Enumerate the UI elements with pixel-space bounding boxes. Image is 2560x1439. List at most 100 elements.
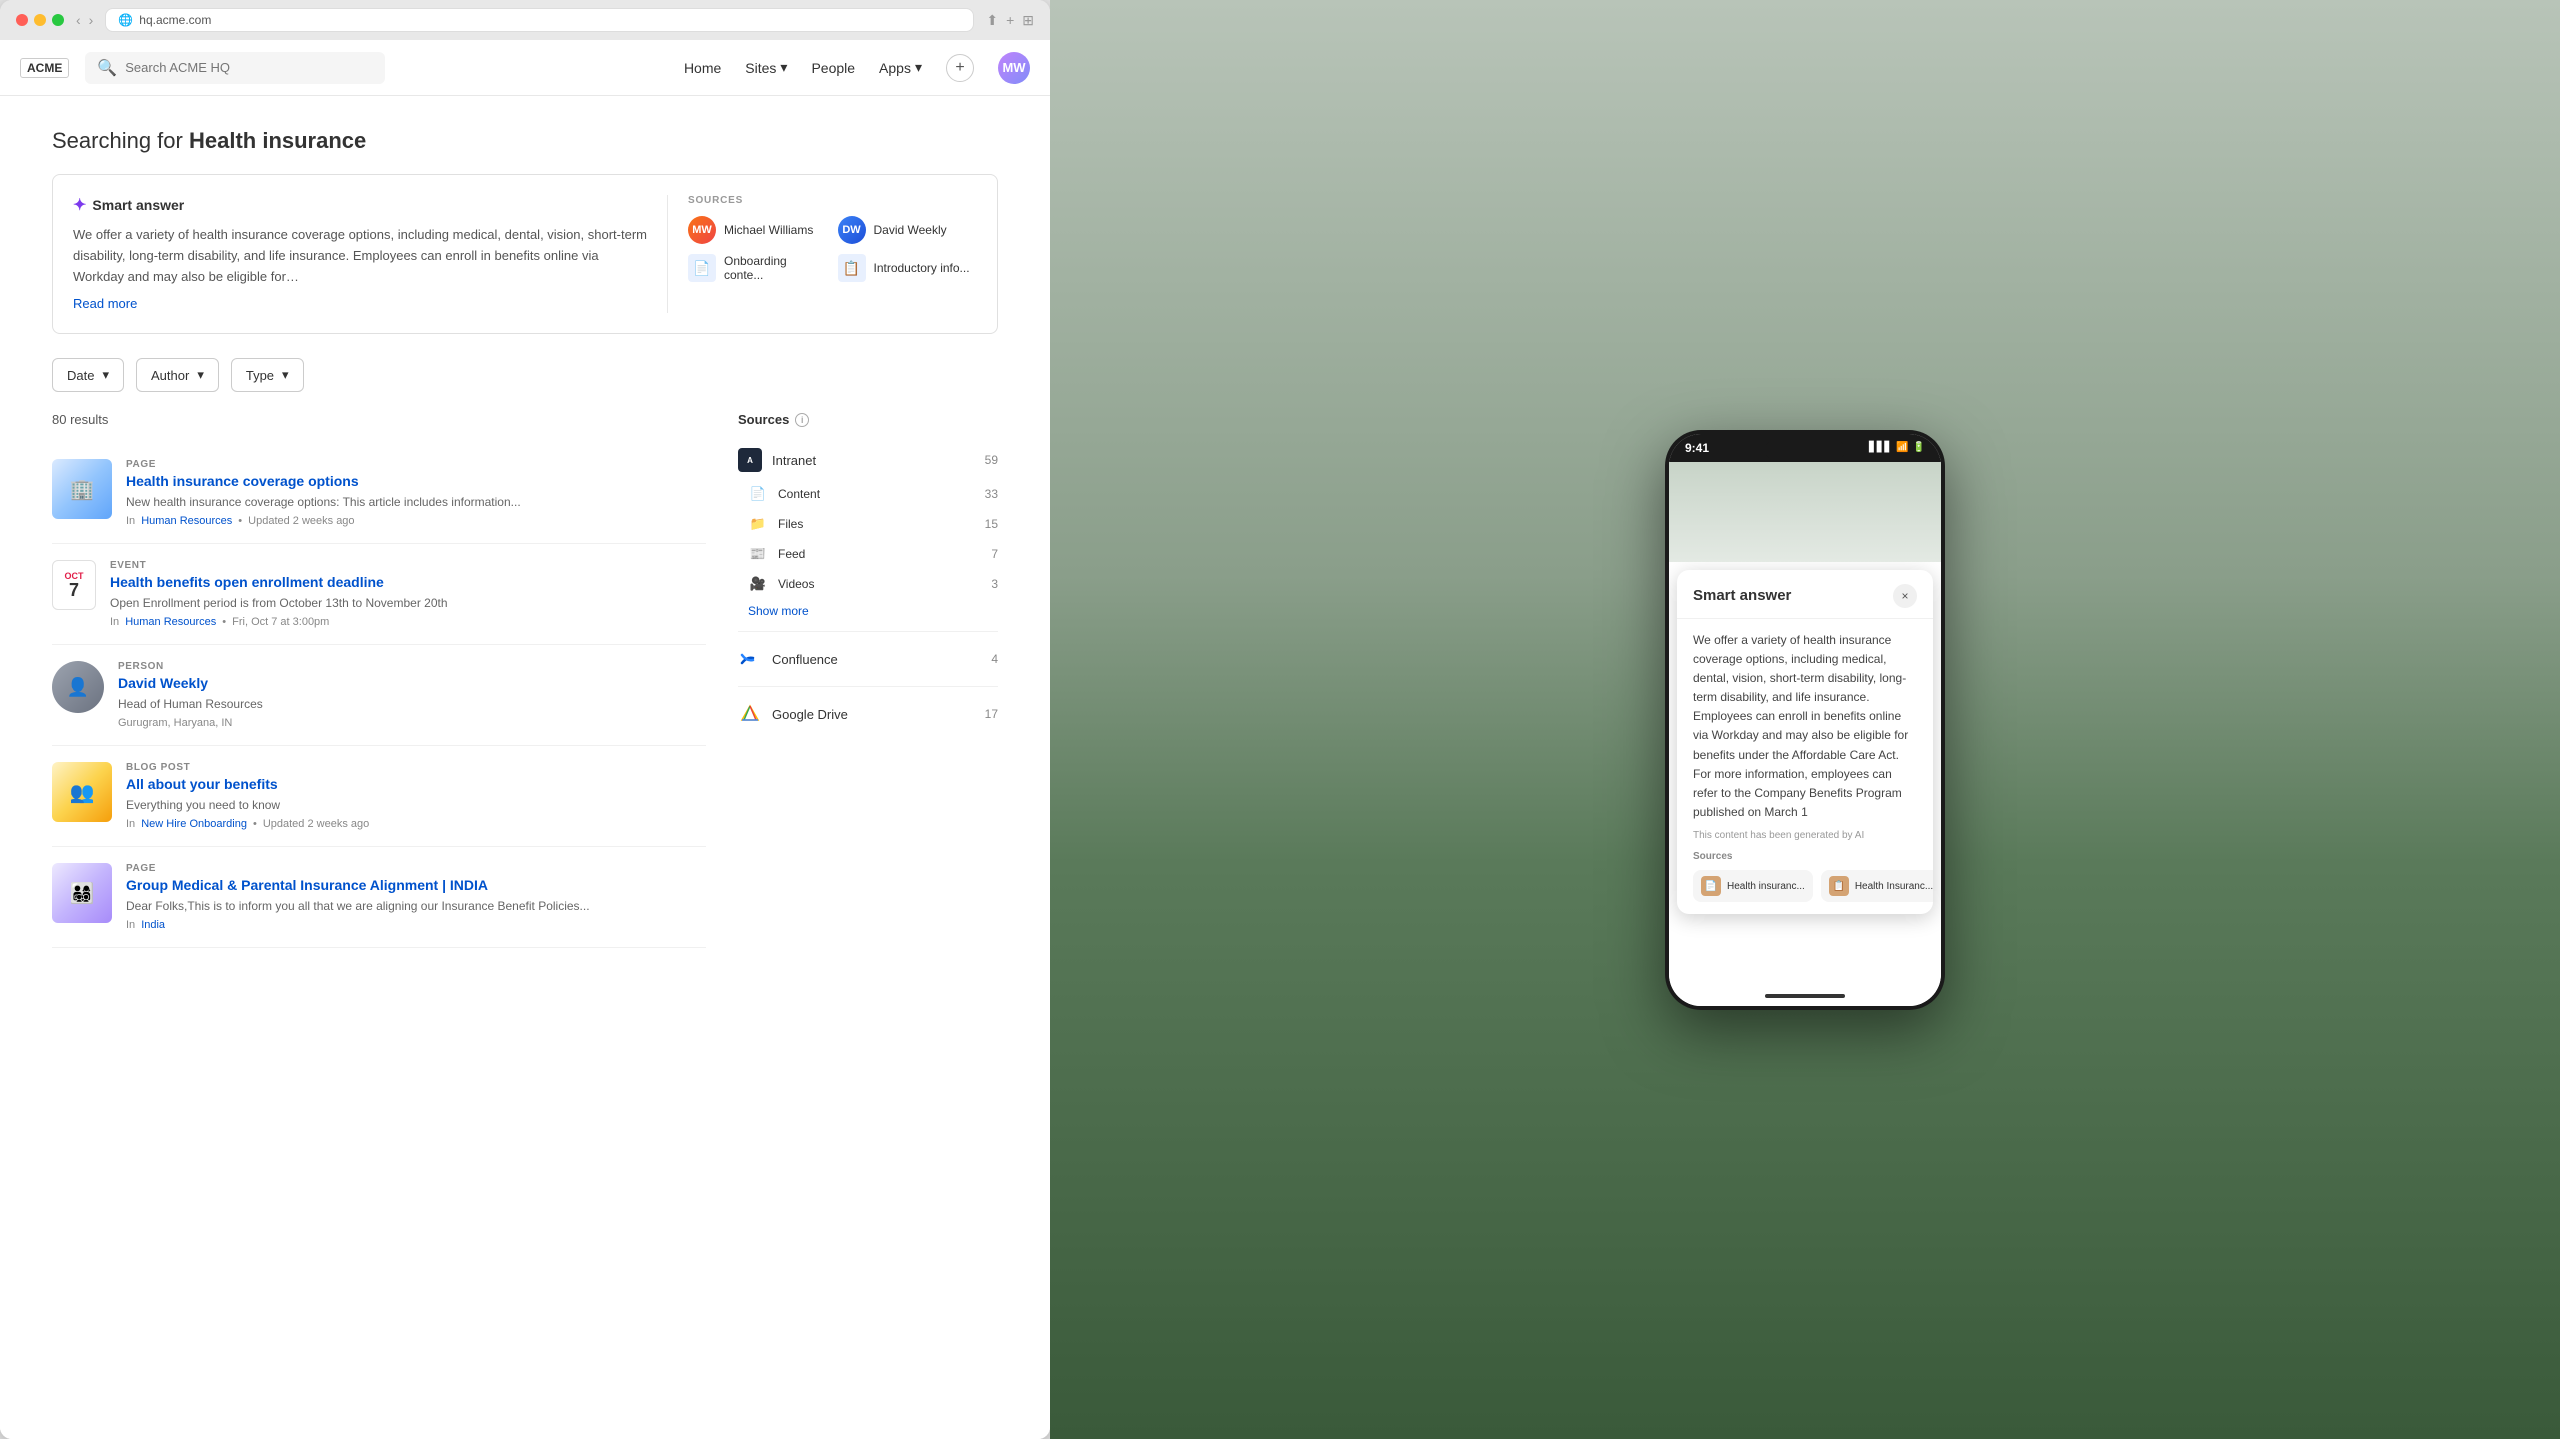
result-type: EVENT — [110, 560, 706, 571]
search-bar-container[interactable]: 🔍 — [85, 52, 385, 84]
close-button[interactable] — [16, 14, 28, 26]
search-icon: 🔍 — [97, 58, 117, 78]
list-item: 👥 BLOG POST All about your benefits Ever… — [52, 746, 706, 847]
source-label: Confluence — [772, 652, 981, 667]
result-content: PERSON David Weekly Head of Human Resour… — [118, 661, 706, 729]
phone-home-indicator — [1669, 986, 1941, 1006]
sidebar-item-files[interactable]: 📁 Files 15 — [738, 509, 998, 539]
confluence-icon — [738, 647, 762, 671]
event-date-box: OCT 7 — [52, 560, 96, 610]
phone-source-chip[interactable]: 📋 Health Insuranc... — [1821, 870, 1933, 902]
back-button[interactable]: ‹ — [76, 12, 81, 28]
phone-status-bar: 9:41 ▋▋▋ 📶 🔋 — [1669, 434, 1941, 462]
thumbnail-image: 🏢 — [52, 459, 112, 519]
heading-prefix: Searching for — [52, 128, 183, 153]
smart-answer-box: ✦ Smart answer We offer a variety of hea… — [52, 174, 998, 334]
result-snippet: Head of Human Resources — [118, 695, 706, 713]
source-item[interactable]: MW Michael Williams — [688, 216, 828, 244]
search-input[interactable] — [125, 60, 373, 75]
source-item[interactable]: DW David Weekly — [838, 216, 978, 244]
phone-source-chip[interactable]: 📄 Health insuranc... — [1693, 870, 1813, 902]
search-heading: Searching for Health insurance — [52, 128, 998, 154]
browser-titlebar: ‹ › 🌐 hq.acme.com ⬆ + ⊞ — [0, 0, 1050, 40]
chevron-down-icon: ▾ — [197, 367, 204, 383]
result-thumbnail: 🏢 — [52, 459, 112, 519]
source-name: Michael Williams — [724, 223, 813, 237]
source-divider — [738, 631, 998, 632]
phone-modal-close-button[interactable]: × — [1893, 584, 1917, 608]
fullscreen-button[interactable] — [52, 14, 64, 26]
sidebar-item-google-drive[interactable]: Google Drive 17 — [738, 695, 998, 733]
minimize-button[interactable] — [34, 14, 46, 26]
url-text: hq.acme.com — [139, 13, 211, 27]
address-bar[interactable]: 🌐 hq.acme.com — [105, 8, 974, 32]
sidebar-item-content[interactable]: 📄 Content 33 — [738, 479, 998, 509]
smart-answer-sources: SOURCES MW Michael Williams DW David Wee… — [667, 195, 977, 313]
top-nav: ACME 🔍 Home Sites ▾ People Apps ▾ — [0, 40, 1050, 96]
filter-author[interactable]: Author ▾ — [136, 358, 219, 392]
nav-home[interactable]: Home — [684, 60, 721, 76]
result-location-link[interactable]: India — [141, 919, 165, 931]
forward-button[interactable]: › — [89, 12, 94, 28]
nav-sites[interactable]: Sites ▾ — [745, 59, 787, 76]
smart-answer-text: We offer a variety of health insurance c… — [73, 225, 647, 287]
source-doc-icon: 📋 — [838, 254, 866, 282]
info-icon[interactable]: i — [795, 413, 809, 427]
result-title[interactable]: David Weekly — [118, 675, 706, 691]
show-more-link[interactable]: Show more — [738, 599, 998, 623]
list-item: 👨‍👩‍👧‍👦 PAGE Group Medical & Parental In… — [52, 847, 706, 948]
avatar[interactable]: MW — [998, 52, 1030, 84]
sidebar-item-confluence[interactable]: Confluence 4 — [738, 640, 998, 678]
result-snippet: Open Enrollment period is from October 1… — [110, 594, 706, 612]
source-label: Google Drive — [772, 707, 975, 722]
source-avatar-dw: DW — [838, 216, 866, 244]
main-content: Searching for Health insurance ✦ Smart a… — [0, 96, 1050, 1439]
source-count: 4 — [991, 652, 998, 666]
nav-right: Home Sites ▾ People Apps ▾ + MW — [684, 52, 1030, 84]
source-chip-text: Health Insuranc... — [1855, 881, 1933, 892]
phone-header-image — [1669, 462, 1941, 562]
phone-sources-row: 📄 Health insuranc... 📋 Health Insuranc..… — [1693, 870, 1917, 902]
source-item[interactable]: 📋 Introductory info... — [838, 254, 978, 282]
filter-type[interactable]: Type ▾ — [231, 358, 304, 392]
result-extra: Gurugram, Haryana, IN — [118, 717, 232, 729]
source-chip-text: Health insuranc... — [1727, 881, 1805, 892]
thumbnail-image: 👥 — [52, 762, 112, 822]
source-item[interactable]: 📄 Onboarding conte... — [688, 254, 828, 282]
phone-smart-answer-modal: Smart answer × We offer a variety of hea… — [1677, 570, 1933, 915]
add-tab-icon[interactable]: + — [1006, 12, 1014, 28]
nav-people[interactable]: People — [811, 60, 855, 76]
result-meta: In New Hire Onboarding • Updated 2 weeks… — [126, 818, 706, 830]
result-content: EVENT Health benefits open enrollment de… — [110, 560, 706, 628]
home-bar[interactable] — [1765, 994, 1845, 998]
source-doc-icon: 📄 — [688, 254, 716, 282]
source-name: Introductory info... — [874, 261, 970, 275]
result-title[interactable]: Health benefits open enrollment deadline — [110, 574, 706, 590]
source-name: Onboarding conte... — [724, 254, 828, 282]
sidebar-item-videos[interactable]: 🎥 Videos 3 — [738, 569, 998, 599]
sidebar-item-feed[interactable]: 📰 Feed 7 — [738, 539, 998, 569]
chevron-down-icon: ▾ — [102, 367, 109, 383]
filter-date[interactable]: Date ▾ — [52, 358, 124, 392]
result-location-link[interactable]: New Hire Onboarding — [141, 818, 247, 830]
result-type: PAGE — [126, 459, 706, 470]
sidebar-item-intranet[interactable]: A Intranet 59 — [738, 441, 998, 479]
source-sub-count: 7 — [991, 547, 998, 561]
sidebar-title: Sources i — [738, 412, 998, 427]
result-title[interactable]: Group Medical & Parental Insurance Align… — [126, 877, 706, 893]
source-chip-icon: 📄 — [1701, 876, 1721, 896]
result-title[interactable]: All about your benefits — [126, 776, 706, 792]
phone-time: 9:41 — [1685, 441, 1709, 455]
grid-icon[interactable]: ⊞ — [1022, 12, 1034, 29]
result-title[interactable]: Health insurance coverage options — [126, 473, 706, 489]
smart-answer-left: ✦ Smart answer We offer a variety of hea… — [73, 195, 647, 313]
person-avatar: 👤 — [52, 661, 104, 713]
results-count: 80 results — [52, 412, 706, 427]
nav-apps[interactable]: Apps ▾ — [879, 59, 922, 76]
share-icon[interactable]: ⬆ — [986, 12, 998, 29]
source-label: Intranet — [772, 453, 975, 468]
create-button[interactable]: + — [946, 54, 974, 82]
read-more-link[interactable]: Read more — [73, 296, 137, 311]
result-location-link[interactable]: Human Resources — [141, 515, 232, 527]
result-location-link[interactable]: Human Resources — [125, 616, 216, 628]
